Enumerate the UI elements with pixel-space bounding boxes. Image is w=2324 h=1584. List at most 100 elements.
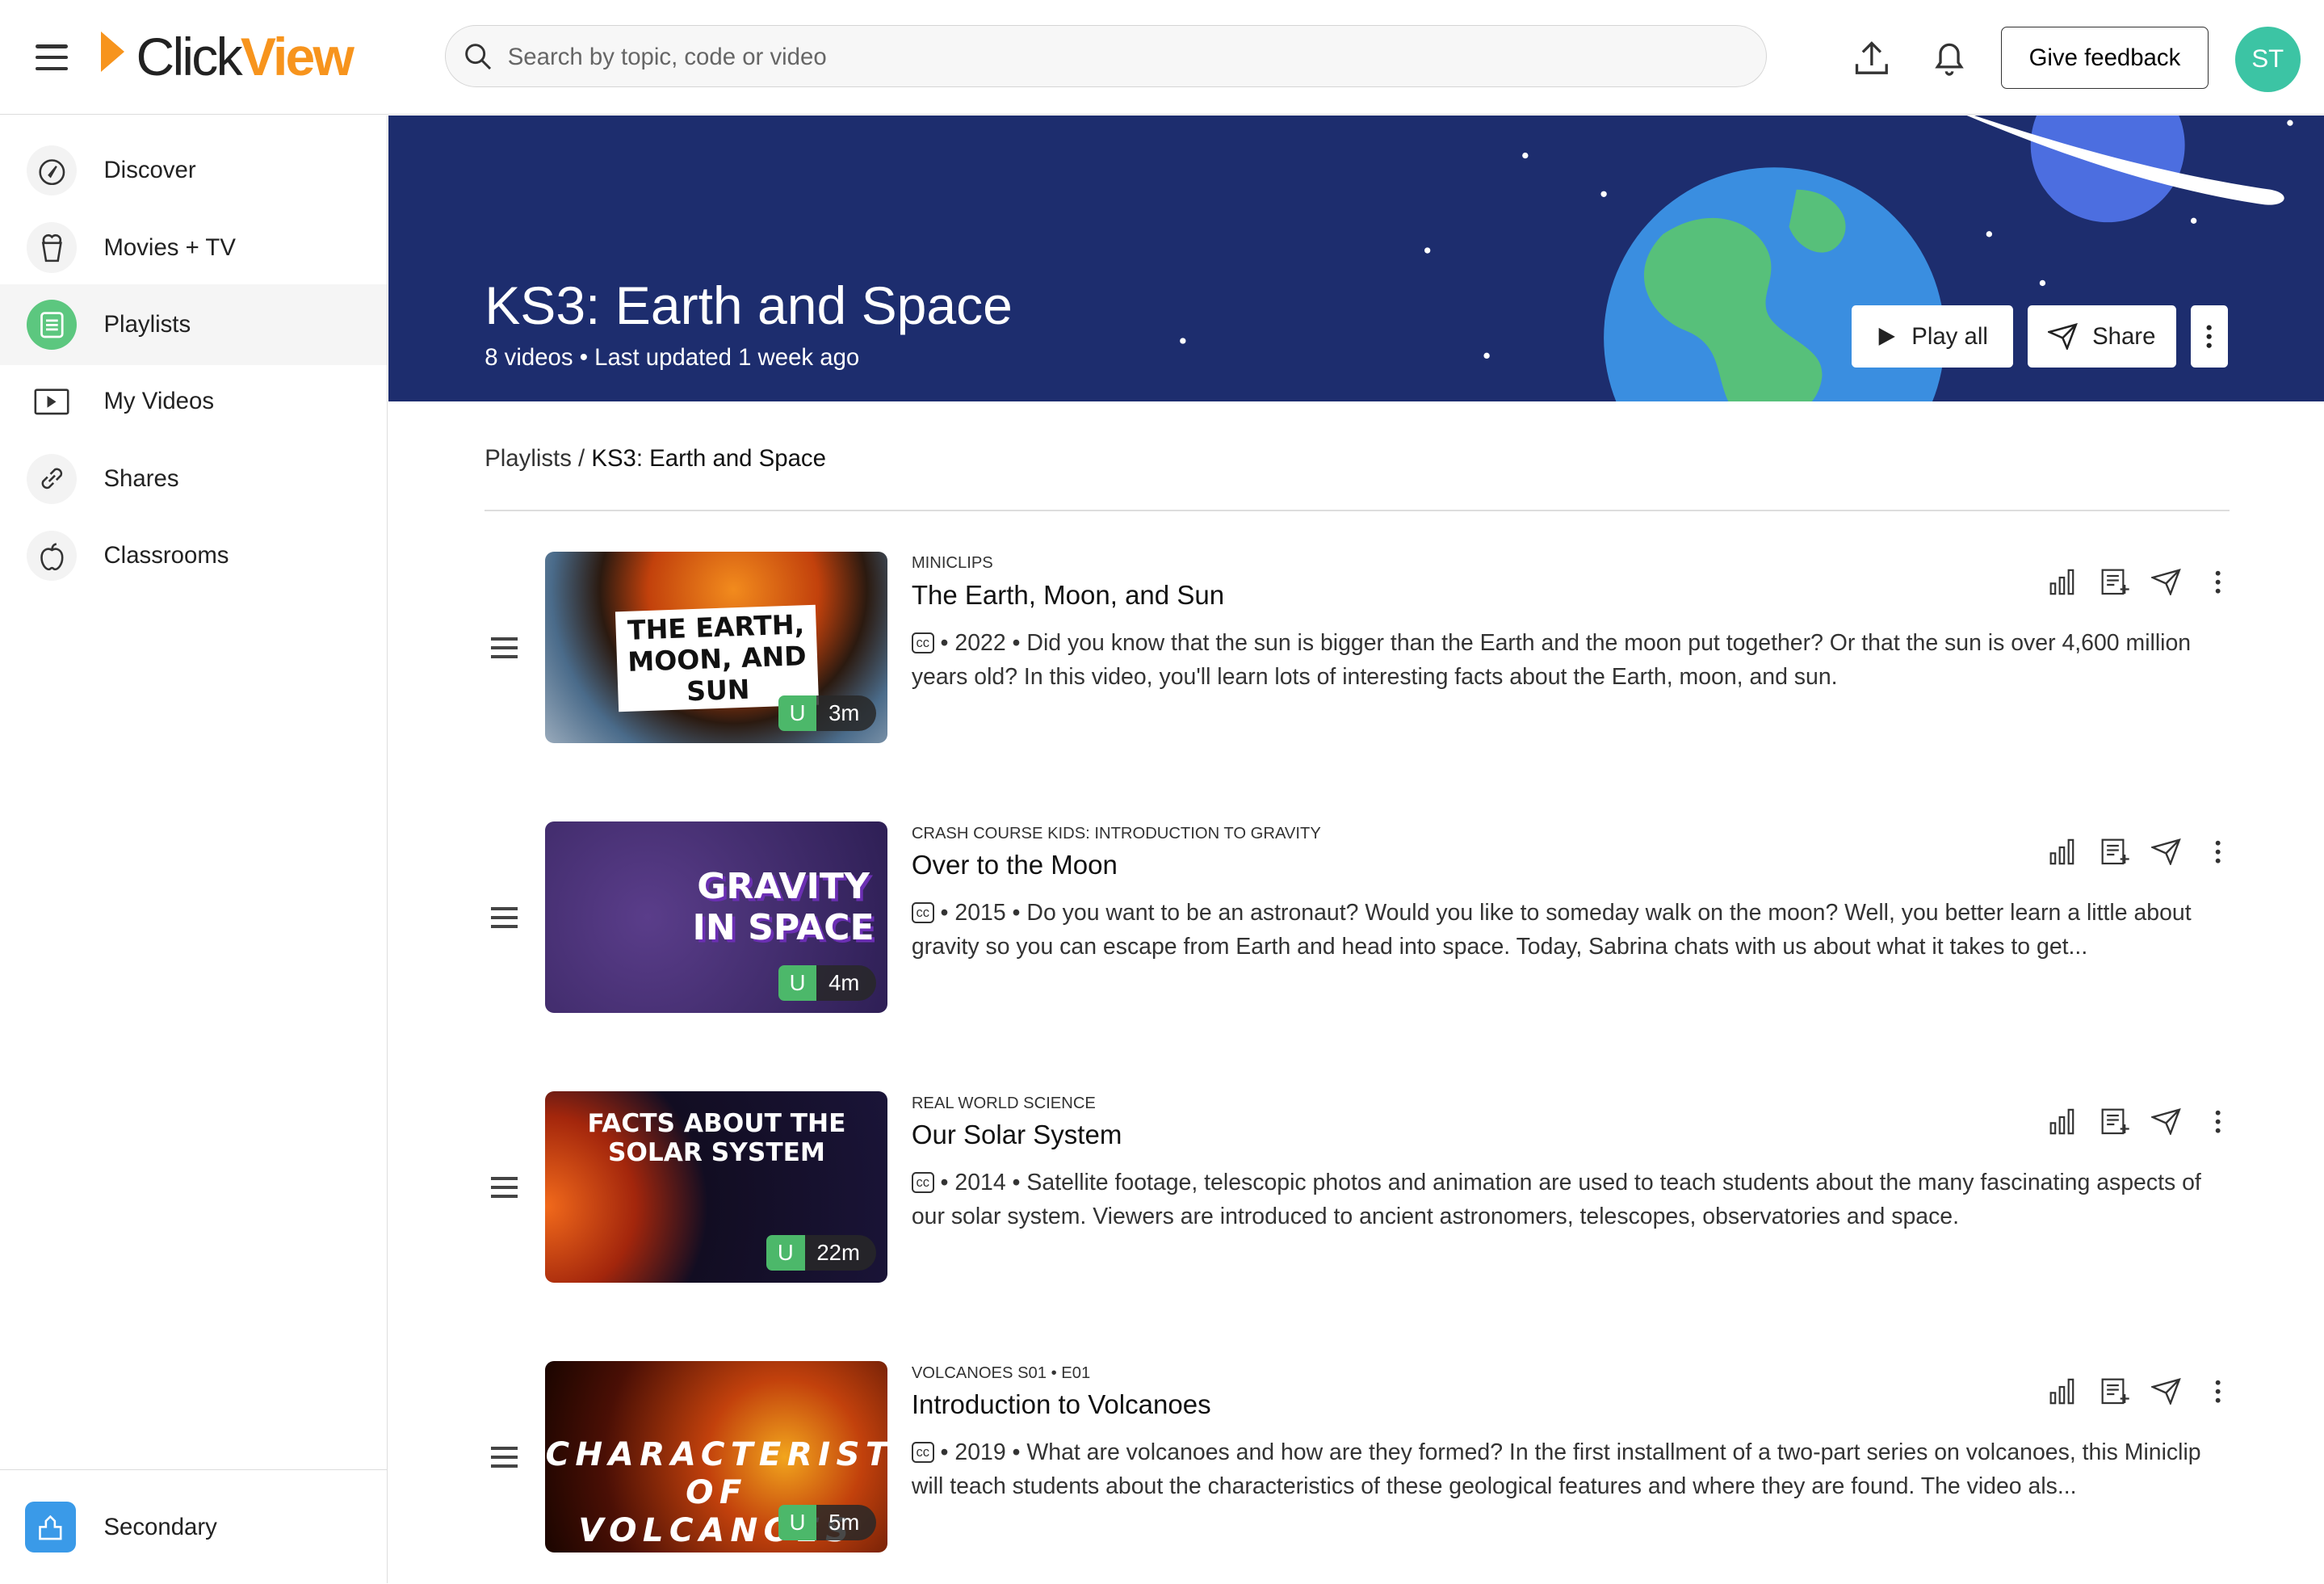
playlist-meta: 8 videos • Last updated 1 week ago <box>485 343 860 371</box>
description-text: • 2022 • Did you know that the sun is bi… <box>911 629 2192 690</box>
page-title: KS3: Earth and Space <box>485 276 1013 337</box>
kebab-icon[interactable] <box>2203 1376 2234 1407</box>
video-description: cc • 2014 • Satellite footage, telescopi… <box>911 1166 2231 1233</box>
drag-handle-icon[interactable] <box>490 1177 518 1204</box>
add-to-playlist-icon[interactable] <box>2099 566 2130 598</box>
menu-icon[interactable] <box>36 44 69 78</box>
sidebar-item-shares[interactable]: Shares <box>0 439 387 519</box>
description-text: • 2015 • Do you want to be an astronaut?… <box>911 899 2192 960</box>
video-actions <box>2047 1376 2234 1407</box>
sidebar-item-playlists[interactable]: Playlists <box>0 284 388 365</box>
avatar[interactable]: ST <box>2234 27 2301 92</box>
kebab-icon[interactable] <box>2203 566 2234 598</box>
series-name[interactable]: Real World Science <box>912 1095 1096 1113</box>
video-thumbnail[interactable]: THE EARTH, MOON, AND SUN U 3m <box>545 551 888 743</box>
closed-captions-icon: cc <box>911 1172 934 1194</box>
duration-badge: 5m <box>816 1505 876 1541</box>
video-list-item: FACTS ABOUT THE SOLAR SYSTEM U 22m Real … <box>485 1090 2234 1284</box>
send-icon[interactable] <box>2150 836 2182 868</box>
video-title[interactable]: Our Solar System <box>912 1120 1122 1150</box>
video-actions <box>2047 1106 2234 1137</box>
video-thumbnail[interactable]: GRAVITY IN SPACE U 4m <box>545 821 888 1013</box>
duration-badge: 4m <box>816 964 876 1001</box>
school-name: Secondary <box>103 1513 217 1540</box>
add-to-playlist-icon[interactable] <box>2099 1376 2130 1407</box>
sidebar-item-label: Movies + TV <box>103 233 236 261</box>
breadcrumb-current: KS3: Earth and Space <box>591 444 826 472</box>
description-text: • 2019 • What are volcanoes and how are … <box>911 1439 2201 1499</box>
give-feedback-button[interactable]: Give feedback <box>2000 27 2209 90</box>
video-thumbnail[interactable]: CHARACTERISTICS OF VOLCANOES U 5m <box>545 1360 888 1552</box>
drag-handle-icon[interactable] <box>490 637 518 664</box>
kebab-icon[interactable] <box>2203 836 2234 868</box>
kebab-icon <box>2206 325 2212 348</box>
sidebar-item-label: Discover <box>103 157 196 184</box>
popcorn-icon <box>27 222 78 273</box>
thumbnail-title-art: GRAVITY IN SPACE <box>692 865 875 948</box>
rating-badge: U <box>778 964 817 1001</box>
rating-badge: U <box>778 1505 817 1541</box>
drag-handle-icon[interactable] <box>490 1447 518 1473</box>
video-title[interactable]: Over to the Moon <box>912 850 1118 880</box>
kebab-icon[interactable] <box>2203 1106 2234 1137</box>
video-list-item: CHARACTERISTICS OF VOLCANOES U 5m Volcan… <box>485 1360 2234 1554</box>
breadcrumb-separator: / <box>571 444 592 472</box>
sidebar-item-movies-tv[interactable]: Movies + TV <box>0 208 387 288</box>
series-name[interactable]: Miniclips <box>912 554 993 573</box>
video-actions <box>2047 836 2234 868</box>
logo-text: Click <box>136 27 242 88</box>
school-icon <box>25 1502 76 1552</box>
search-icon <box>464 44 491 70</box>
link-icon <box>27 453 78 505</box>
series-name[interactable]: Crash Course Kids: Introduction to Gravi… <box>912 825 1321 843</box>
send-icon[interactable] <box>2150 1376 2182 1407</box>
send-icon <box>2048 323 2078 351</box>
playlist-hero: KS3: Earth and Space 8 videos • Last upd… <box>388 116 2324 402</box>
share-button[interactable]: Share <box>2027 305 2176 368</box>
send-icon[interactable] <box>2150 566 2182 598</box>
sidebar-item-label: Shares <box>103 464 179 492</box>
clickview-logo[interactable]: ClickView <box>100 27 354 88</box>
top-bar: ClickView Give feedback ST <box>0 0 2324 116</box>
sidebar-item-classrooms[interactable]: Classrooms <box>0 516 387 596</box>
video-title[interactable]: Introduction to Volcanoes <box>912 1389 1211 1420</box>
rating-badge: U <box>766 1234 805 1271</box>
drag-handle-icon[interactable] <box>490 907 518 934</box>
bar-chart-icon[interactable] <box>2047 1376 2079 1407</box>
sidebar-item-label: Classrooms <box>103 542 229 569</box>
closed-captions-icon: cc <box>911 1442 934 1464</box>
search-bar[interactable] <box>444 25 1767 89</box>
bar-chart-icon[interactable] <box>2047 836 2079 868</box>
sidebar-item-label: Playlists <box>103 310 191 338</box>
sidebar-item-my-videos[interactable]: My Videos <box>0 362 387 442</box>
logo-text-view: View <box>240 27 354 88</box>
bar-chart-icon[interactable] <box>2047 1106 2079 1137</box>
video-thumbnail[interactable]: FACTS ABOUT THE SOLAR SYSTEM U 22m <box>545 1090 888 1283</box>
breadcrumb-playlists-link[interactable]: Playlists <box>485 445 572 472</box>
search-input[interactable] <box>505 26 1726 89</box>
sidebar-item-discover[interactable]: Discover <box>0 131 387 211</box>
video-title[interactable]: The Earth, Moon, and Sun <box>912 580 1224 611</box>
play-all-label: Play all <box>1911 322 1988 350</box>
playlist-icon <box>27 299 78 351</box>
send-icon[interactable] <box>2150 1106 2182 1137</box>
sidebar: Discover Movies + TV Playlists My Videos… <box>0 116 388 1584</box>
add-to-playlist-icon[interactable] <box>2099 1106 2130 1137</box>
add-to-playlist-icon[interactable] <box>2099 836 2130 868</box>
school-switcher[interactable]: Secondary <box>0 1468 388 1584</box>
video-description: cc • 2019 • What are volcanoes and how a… <box>911 1435 2231 1503</box>
rating-badge: U <box>778 695 817 731</box>
divider <box>485 510 2230 512</box>
bell-icon[interactable] <box>1932 39 1967 78</box>
bar-chart-icon[interactable] <box>2047 566 2079 598</box>
thumbnail-title-art: FACTS ABOUT THE SOLAR SYSTEM <box>587 1108 846 1167</box>
series-name[interactable]: Volcanoes S01 • E01 <box>912 1364 1090 1383</box>
video-icon <box>27 376 77 426</box>
more-options-button[interactable] <box>2190 305 2228 368</box>
apple-icon <box>27 531 78 582</box>
upload-icon[interactable] <box>1852 39 1891 78</box>
play-all-button[interactable]: Play all <box>1851 305 2013 368</box>
video-description: cc • 2022 • Did you know that the sun is… <box>911 626 2231 694</box>
duration-badge: 3m <box>816 695 876 731</box>
video-actions <box>2047 566 2234 598</box>
